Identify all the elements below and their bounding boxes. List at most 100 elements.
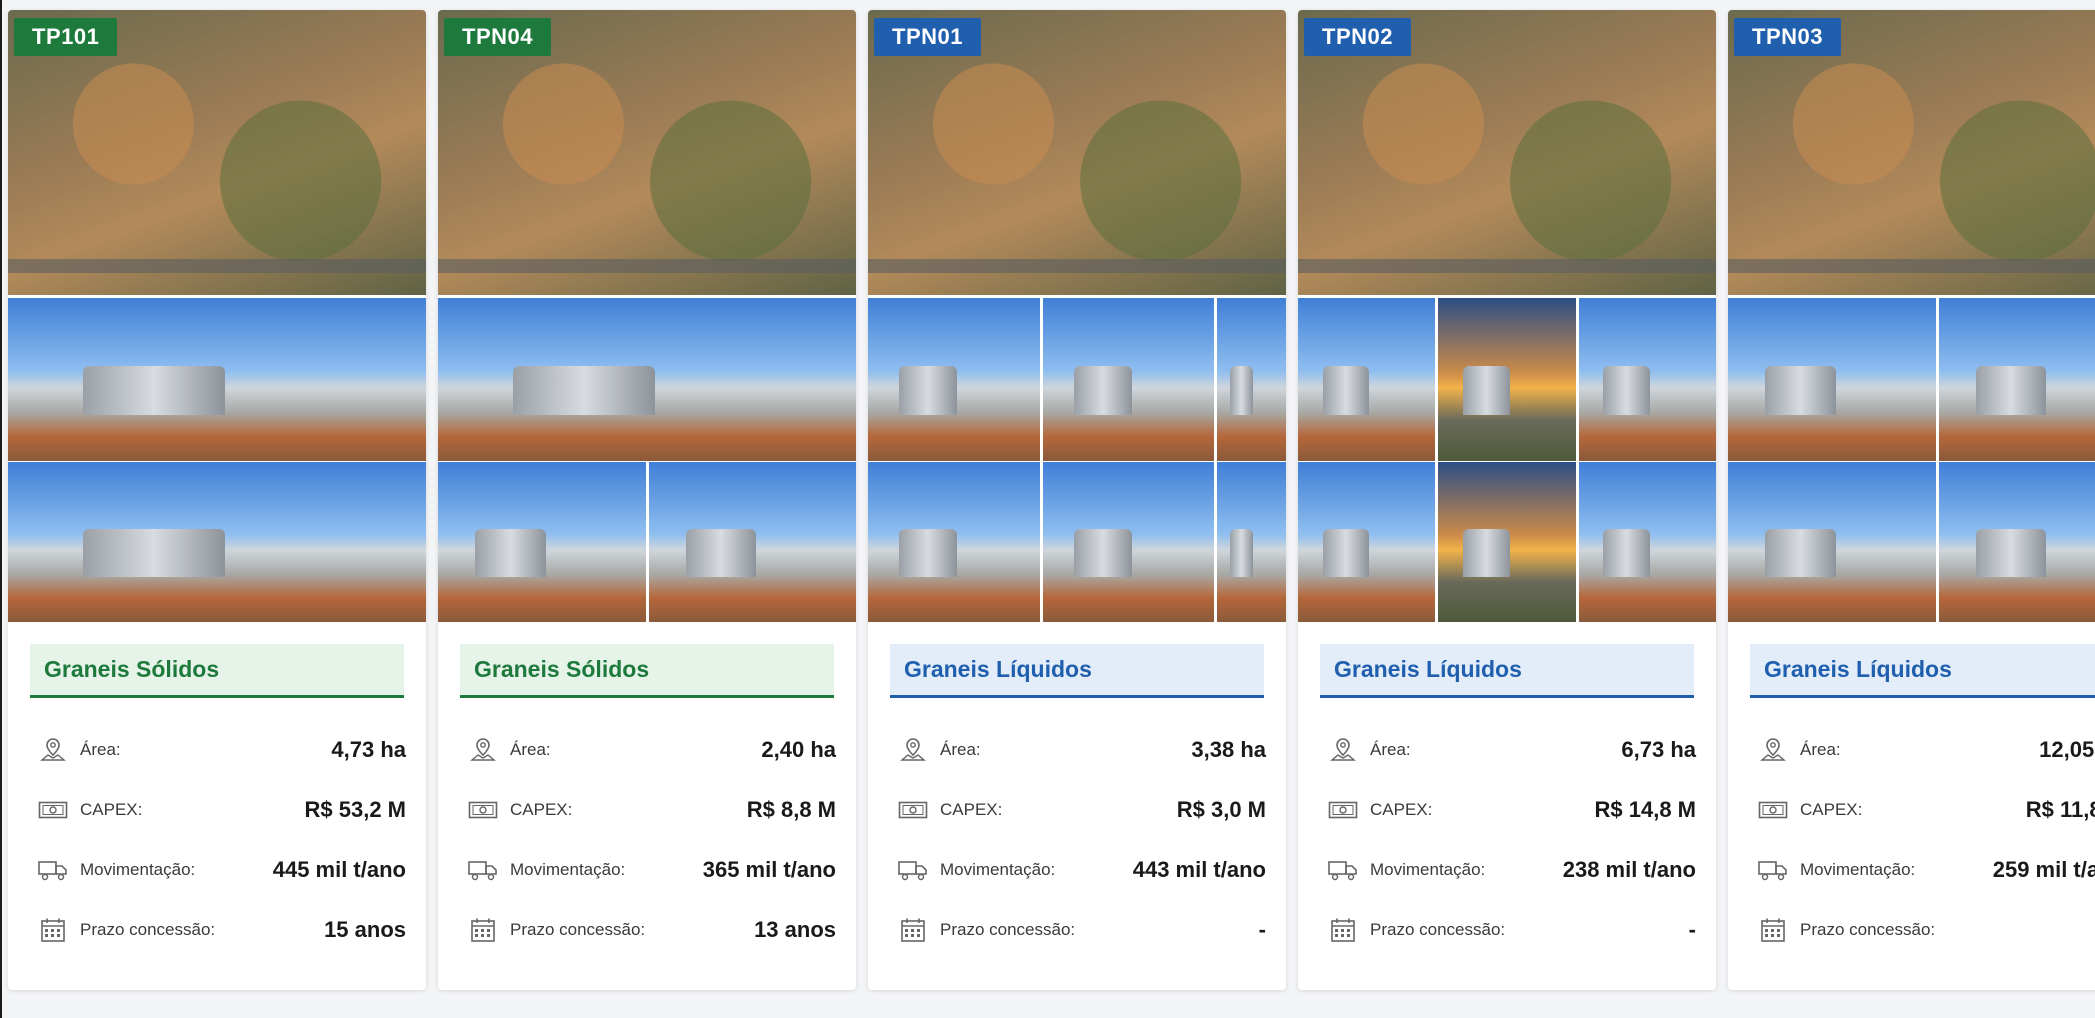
- info-label: Área:: [940, 740, 981, 759]
- info-row-prazo: Prazo concessão: -: [896, 914, 1266, 946]
- info-label: Prazo concessão:: [1370, 920, 1506, 939]
- money-icon: [1326, 795, 1360, 825]
- info-row-movimentacao: Movimentação: 443 mil t/ano: [896, 854, 1266, 886]
- info-row-capex: CAPEX: R$ 53,2 M: [36, 794, 406, 826]
- info-value: 15 anos: [324, 917, 406, 942]
- info-label: Área:: [80, 740, 121, 759]
- info-label: CAPEX:: [940, 800, 1003, 819]
- info-row-area: Área: 3,38 ha: [896, 734, 1266, 766]
- photo-row: [1728, 298, 2095, 461]
- photo-row: [438, 462, 856, 622]
- info-label: Movimentação:: [510, 860, 626, 879]
- info-value: 4,73 ha: [331, 737, 406, 762]
- site-photo: [1298, 462, 1436, 622]
- map-pin-icon: [466, 735, 500, 765]
- terminal-code-tag: TPN04: [444, 18, 551, 56]
- info-value: R$ 53,2 M: [304, 797, 407, 822]
- info-value: R$ 11,8 M: [2025, 797, 2095, 822]
- money-icon: [1756, 795, 1790, 825]
- info-row-prazo: Prazo concessão: 15 anos: [36, 914, 406, 946]
- photo-row: [438, 298, 856, 461]
- photo-collage: [868, 10, 1286, 622]
- terminal-cards: TP101 Graneis Sólidos Área: 4,73 ha CAPE…: [8, 10, 2095, 990]
- money-icon: [896, 795, 930, 825]
- site-photo: [1217, 462, 1286, 622]
- site-photo: [1438, 298, 1576, 461]
- photo-row: [8, 462, 426, 622]
- photo-row: [1728, 462, 2095, 622]
- info-label: Prazo concessão:: [1800, 920, 1936, 939]
- map-pin-icon: [1756, 735, 1790, 765]
- category-header: Graneis Líquidos: [1750, 644, 2095, 698]
- map-pin-icon: [36, 735, 70, 765]
- info-label: Movimentação:: [1800, 860, 1916, 879]
- map-pin-icon: [896, 735, 930, 765]
- info-label: Área:: [1370, 740, 1411, 759]
- info-value: 445 mil t/ano: [272, 857, 406, 882]
- info-list: Área: 6,73 ha CAPEX: R$ 14,8 M Movimenta…: [1326, 734, 1696, 974]
- photo-row: [1298, 298, 1716, 461]
- info-label: Prazo concessão:: [940, 920, 1076, 939]
- info-row-area: Área: 4,73 ha: [36, 734, 406, 766]
- info-value: R$ 3,0 M: [1176, 797, 1266, 822]
- left-edge-divider: [0, 0, 2, 1018]
- map-pin-icon: [1326, 735, 1360, 765]
- info-row-capex: CAPEX: R$ 8,8 M: [466, 794, 836, 826]
- info-row-area: Área: 2,40 ha: [466, 734, 836, 766]
- info-label: Movimentação:: [1370, 860, 1486, 879]
- info-value: R$ 8,8 M: [746, 797, 836, 822]
- info-list: Área: 2,40 ha CAPEX: R$ 8,8 M Movimentaç…: [466, 734, 836, 974]
- calendar-icon: [1326, 915, 1360, 945]
- photo-row: [868, 462, 1286, 622]
- site-photo: [1298, 298, 1436, 461]
- photo-row: [8, 298, 426, 461]
- info-label: Área:: [510, 740, 551, 759]
- info-value: 6,73 ha: [1621, 737, 1696, 762]
- calendar-icon: [1756, 915, 1790, 945]
- terminal-code-tag: TPN02: [1304, 18, 1411, 56]
- calendar-icon: [896, 915, 930, 945]
- site-photo: [1042, 298, 1215, 461]
- info-value: -: [1688, 917, 1696, 942]
- site-photo: [438, 298, 856, 461]
- photo-collage: [8, 10, 426, 622]
- photo-collage: [438, 10, 856, 622]
- site-photo: [1578, 298, 1716, 461]
- site-photo: [1938, 298, 2095, 461]
- info-row-movimentacao: Movimentação: 238 mil t/ano: [1326, 854, 1696, 886]
- info-row-movimentacao: Movimentação: 445 mil t/ano: [36, 854, 406, 886]
- terminal-card: TPN03 Graneis Líquidos Área: 12,05 ha CA…: [1728, 10, 2095, 990]
- info-value: 2,40 ha: [761, 737, 836, 762]
- info-label: CAPEX:: [510, 800, 573, 819]
- money-icon: [466, 795, 500, 825]
- terminal-code-tag: TPN01: [874, 18, 981, 56]
- info-row-capex: CAPEX: R$ 3,0 M: [896, 794, 1266, 826]
- site-photo: [868, 298, 1040, 461]
- category-header: Graneis Sólidos: [460, 644, 834, 698]
- info-row-area: Área: 6,73 ha: [1326, 734, 1696, 766]
- info-value: 3,38 ha: [1191, 737, 1266, 762]
- info-label: Área:: [1800, 740, 1841, 759]
- terminal-card: TPN02 Graneis Líquidos Área: 6,73 ha CAP…: [1298, 10, 1716, 990]
- info-label: CAPEX:: [80, 800, 143, 819]
- info-value: 13 anos: [754, 917, 836, 942]
- info-row-capex: CAPEX: R$ 14,8 M: [1326, 794, 1696, 826]
- site-photo: [1938, 462, 2095, 622]
- truck-icon: [36, 855, 70, 885]
- truck-icon: [1756, 855, 1790, 885]
- info-row-movimentacao: Movimentação: 259 mil t/ano: [1756, 854, 2095, 886]
- truck-icon: [466, 855, 500, 885]
- info-label: Prazo concessão:: [80, 920, 216, 939]
- info-label: CAPEX:: [1370, 800, 1433, 819]
- truck-icon: [896, 855, 930, 885]
- site-photo: [1578, 462, 1716, 622]
- info-value: 12,05 ha: [2039, 737, 2095, 762]
- info-value: -: [1258, 917, 1266, 942]
- photo-row: [1298, 462, 1716, 622]
- photo-collage: [1728, 10, 2095, 622]
- info-value: R$ 14,8 M: [1594, 797, 1697, 822]
- category-header: Graneis Líquidos: [890, 644, 1264, 698]
- info-row-movimentacao: Movimentação: 365 mil t/ano: [466, 854, 836, 886]
- terminal-code-tag: TP101: [14, 18, 118, 56]
- info-label: Movimentação:: [80, 860, 196, 879]
